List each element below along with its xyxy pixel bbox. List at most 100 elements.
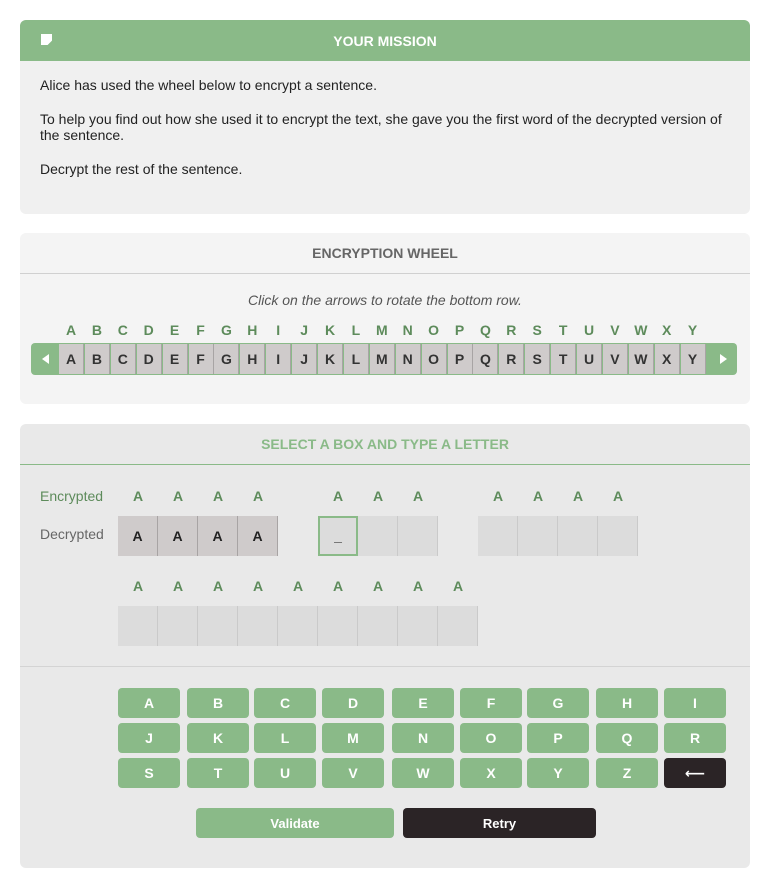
encrypted-letter: A <box>332 488 344 504</box>
wheel-top-letter: S <box>532 322 542 338</box>
wheel-top-letter: A <box>65 322 77 338</box>
key-j[interactable]: J <box>118 723 180 753</box>
key-e[interactable]: E <box>392 688 454 718</box>
decrypted-letter-box[interactable] <box>398 516 438 556</box>
decrypted-letter-box[interactable]: _ <box>318 516 358 556</box>
decrypted-label: Decrypted <box>40 526 104 542</box>
wheel-top-letter: I <box>276 322 281 338</box>
decrypted-letter-box[interactable]: A <box>238 516 278 556</box>
wheel-bottom-letter: E <box>162 344 188 374</box>
key-m[interactable]: M <box>322 723 384 753</box>
key-t[interactable]: T <box>187 758 249 788</box>
decrypted-letter-box[interactable]: A <box>118 516 158 556</box>
encrypted-label: Encrypted <box>40 488 104 504</box>
encrypted-letter: A <box>212 488 224 504</box>
wheel-top-letter: E <box>169 322 180 338</box>
rotate-left-button[interactable] <box>31 343 59 375</box>
wheel-top-letter: J <box>300 322 308 338</box>
arrow-right-icon <box>719 354 727 364</box>
encrypted-letter: A <box>372 578 384 594</box>
decrypted-letter-box[interactable]: A <box>198 516 238 556</box>
key-w[interactable]: W <box>392 758 454 788</box>
wheel-bottom-letter: J <box>292 344 318 374</box>
key-k[interactable]: K <box>187 723 249 753</box>
wheel-top-letter: O <box>428 322 440 338</box>
key-y[interactable]: Y <box>527 758 589 788</box>
select-title: SELECT A BOX AND TYPE A LETTER <box>20 424 750 465</box>
wheel-bottom-row: ABCDEFGHIJKLMNOPQRSTUVWXY <box>31 343 737 375</box>
key-r[interactable]: R <box>664 723 726 753</box>
key-b[interactable]: B <box>187 688 249 718</box>
wheel-top-letter: W <box>634 322 648 338</box>
decrypted-letter-box[interactable] <box>438 606 478 646</box>
mission-panel: YOUR MISSION Alice has used the wheel be… <box>20 20 750 214</box>
key-l[interactable]: L <box>254 723 316 753</box>
rotate-right-button[interactable] <box>709 343 737 375</box>
wheel-top-letter: R <box>506 322 517 338</box>
key-s[interactable]: S <box>118 758 180 788</box>
key-g[interactable]: G <box>527 688 589 718</box>
decrypted-letter-box[interactable] <box>238 606 278 646</box>
key-z[interactable]: Z <box>596 758 658 788</box>
wheel-top-letter: K <box>324 322 336 338</box>
encrypted-letter: A <box>172 488 184 504</box>
decrypted-letter-box[interactable] <box>278 606 318 646</box>
encrypted-letter: A <box>412 488 424 504</box>
wheel-bottom-letter: I <box>266 344 292 374</box>
retry-button[interactable]: Retry <box>403 808 596 838</box>
key-i[interactable]: I <box>664 688 726 718</box>
wheel-top-letter: B <box>91 322 102 338</box>
key-x[interactable]: X <box>460 758 522 788</box>
key-p[interactable]: P <box>527 723 589 753</box>
wheel-bottom-letter: S <box>525 344 551 374</box>
encrypted-letter: A <box>212 578 224 594</box>
decrypted-letter-box[interactable] <box>358 516 398 556</box>
decrypted-letter-box[interactable] <box>398 606 438 646</box>
decrypted-letter-box[interactable] <box>198 606 238 646</box>
wheel-top-letter: F <box>196 322 205 338</box>
mission-body: Alice has used the wheel below to encryp… <box>20 61 750 177</box>
decrypted-letter-box[interactable] <box>478 516 518 556</box>
encrypted-letter: A <box>492 488 504 504</box>
encrypted-letter: A <box>572 488 584 504</box>
decrypted-letter-box[interactable]: A <box>158 516 198 556</box>
decrypted-letter-box[interactable] <box>518 516 558 556</box>
arrow-left-icon <box>41 354 49 364</box>
wheel-top-letter: G <box>220 322 232 338</box>
key-a[interactable]: A <box>118 688 180 718</box>
key-v[interactable]: V <box>322 758 384 788</box>
wheel-top-letter: P <box>454 322 465 338</box>
key-c[interactable]: C <box>254 688 316 718</box>
wheel-top-letter: V <box>610 322 620 338</box>
validate-button[interactable]: Validate <box>196 808 394 838</box>
key-f[interactable]: F <box>460 688 522 718</box>
key-h[interactable]: H <box>596 688 658 718</box>
wheel-top-letter: X <box>662 322 672 338</box>
wheel-top-letter: M <box>375 322 388 338</box>
decrypted-letter-box[interactable] <box>118 606 158 646</box>
decrypted-letter-box[interactable] <box>598 516 638 556</box>
key-q[interactable]: Q <box>596 723 658 753</box>
mission-header: YOUR MISSION <box>20 20 750 61</box>
key-o[interactable]: O <box>460 723 522 753</box>
wheel-hint: Click on the arrows to rotate the bottom… <box>248 292 522 308</box>
wheel-bottom-letter: Q <box>473 344 499 374</box>
encrypted-letter: A <box>412 578 424 594</box>
decrypted-letter-box[interactable] <box>158 606 198 646</box>
key-n[interactable]: N <box>392 723 454 753</box>
wheel-bottom-letter: L <box>343 344 369 374</box>
backspace-key[interactable]: ⟵ <box>664 758 726 788</box>
divider <box>20 666 750 667</box>
wheel-top-letter: Y <box>687 322 698 338</box>
encrypted-letter: A <box>132 578 144 594</box>
decrypted-letter-box[interactable] <box>318 606 358 646</box>
decrypted-letter-box[interactable] <box>358 606 398 646</box>
key-u[interactable]: U <box>254 758 316 788</box>
wheel-top-letter: U <box>583 322 595 338</box>
encrypted-letter: A <box>292 578 304 594</box>
decrypted-letter-box[interactable] <box>558 516 598 556</box>
wheel-bottom-letter: B <box>84 344 110 374</box>
key-d[interactable]: D <box>322 688 384 718</box>
wheel-bottom-letter: H <box>240 344 266 374</box>
wheel-bottom-letter: U <box>577 344 602 374</box>
